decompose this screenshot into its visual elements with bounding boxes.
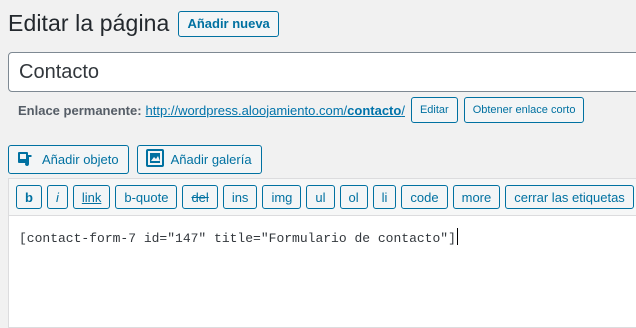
permalink-row: Enlace permanente: http://wordpress.aloo… <box>18 97 585 123</box>
media-buttons: Añadir objeto Añadir galería <box>8 145 270 174</box>
gallery-icon <box>145 149 171 170</box>
get-shortlink-button[interactable]: Obtener enlace corto <box>463 97 585 123</box>
qt-img-button[interactable]: img <box>262 185 302 209</box>
post-title-input[interactable]: Contacto <box>8 52 636 92</box>
qt-ins-button[interactable]: ins <box>222 185 258 209</box>
permalink-link[interactable]: http://wordpress.aloojamiento.com/contac… <box>146 103 405 118</box>
page-title: Editar la página <box>8 10 170 36</box>
add-new-button[interactable]: Añadir nueva <box>178 10 279 37</box>
editor-content-textarea[interactable]: [contact-form-7 id="147" title="Formular… <box>9 216 636 258</box>
permalink-label: Enlace permanente: <box>18 102 142 118</box>
add-media-button[interactable]: Añadir objeto <box>8 145 129 174</box>
add-gallery-button[interactable]: Añadir galería <box>136 145 262 174</box>
quicktags-toolbar: b i link b-quote del ins img ul ol li co… <box>9 179 636 216</box>
qt-del-button[interactable]: del <box>182 185 218 209</box>
text-caret <box>456 228 458 245</box>
add-media-label: Añadir objeto <box>42 152 119 167</box>
qt-close-tags-button[interactable]: cerrar las etiquetas <box>505 185 634 209</box>
editor-content-text: [contact-form-7 id="147" title="Formular… <box>19 231 456 246</box>
qt-li-button[interactable]: li <box>372 185 397 209</box>
media-icon <box>17 149 42 170</box>
permalink-url-base: http://wordpress.aloojamiento.com/ <box>145 102 348 118</box>
qt-bold-button[interactable]: b <box>16 185 42 209</box>
qt-italic-button[interactable]: i <box>46 185 68 209</box>
edit-slug-button[interactable]: Editar <box>410 97 458 123</box>
qt-code-button[interactable]: code <box>401 185 448 209</box>
permalink-slug: contacto <box>347 102 402 118</box>
text-editor: b i link b-quote del ins img ul ol li co… <box>8 178 636 328</box>
permalink-url-tail: / <box>401 102 405 118</box>
qt-more-button[interactable]: more <box>452 185 501 209</box>
qt-blockquote-button[interactable]: b-quote <box>115 185 178 209</box>
qt-ul-button[interactable]: ul <box>306 185 335 209</box>
qt-ol-button[interactable]: ol <box>339 185 368 209</box>
qt-link-button[interactable]: link <box>72 185 111 209</box>
page-heading: Editar la página Añadir nueva <box>8 10 279 37</box>
add-gallery-label: Añadir galería <box>170 152 252 167</box>
